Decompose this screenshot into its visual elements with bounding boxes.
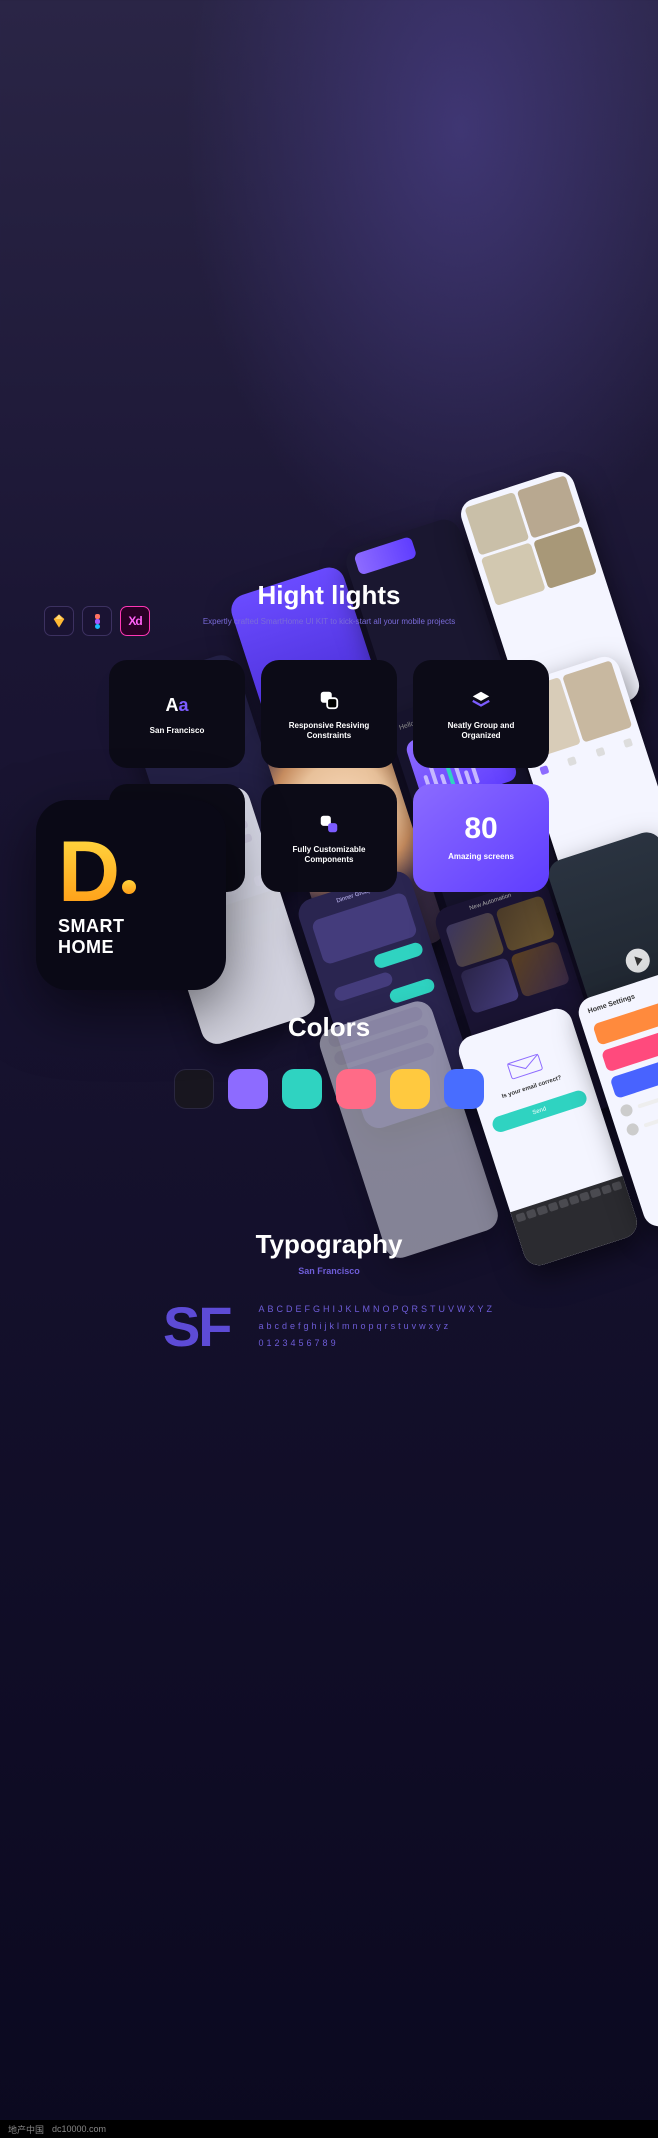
feature-components: Fully Customizable Components	[261, 784, 397, 892]
alphabet-digits: 0123456789	[259, 1335, 496, 1352]
footer-watermark: 地产中国 dc10000.com	[0, 2120, 658, 2138]
alphabet-lower: abcdefghijklmnopqrstuvwxyz	[259, 1318, 496, 1335]
swatch-yellow	[390, 1069, 430, 1109]
alphabet-upper: ABCDEFGHIJKLMNOPQRSTUVWXYZ	[259, 1301, 496, 1318]
sketch-icon	[44, 606, 74, 636]
tool-badges-row: Xd	[44, 606, 150, 636]
typography-specimen: SF	[163, 1294, 231, 1359]
alphabet-block: ABCDEFGHIJKLMNOPQRSTUVWXYZ abcdefghijklm…	[259, 1301, 496, 1352]
screens-number: 80	[464, 814, 497, 844]
swatch-dark	[174, 1069, 214, 1109]
adobe-xd-icon: Xd	[120, 606, 150, 636]
feature-font: Aa San Francisco	[109, 660, 245, 768]
hero-logo-card: D SMART HOME	[36, 800, 226, 990]
swatch-teal	[282, 1069, 322, 1109]
swatch-blue	[444, 1069, 484, 1109]
feature-responsive: Responsive Resiving Constraints	[261, 660, 397, 768]
swatch-pink	[336, 1069, 376, 1109]
colors-section: Colors	[0, 1012, 658, 1109]
hero-subtitle: SMART HOME	[58, 916, 204, 957]
figma-icon	[82, 606, 112, 636]
feature-organized: Neatly Group and Organized	[413, 660, 549, 768]
feature-screens-count: 80 Amazing screens	[413, 784, 549, 892]
colors-title: Colors	[60, 1012, 598, 1043]
dot-icon	[122, 880, 136, 894]
responsive-icon	[316, 687, 342, 713]
components-icon	[316, 811, 342, 837]
font-icon: Aa	[164, 692, 190, 718]
typography-subtitle: San Francisco	[60, 1266, 598, 1276]
typography-section: Typography San Francisco SF ABCDEFGHIJKL…	[0, 1229, 658, 1399]
stack-icon	[468, 687, 494, 713]
swatch-purple	[228, 1069, 268, 1109]
swatches-row	[60, 1069, 598, 1109]
hero-letter: D	[58, 839, 204, 906]
typography-title: Typography	[60, 1229, 598, 1260]
